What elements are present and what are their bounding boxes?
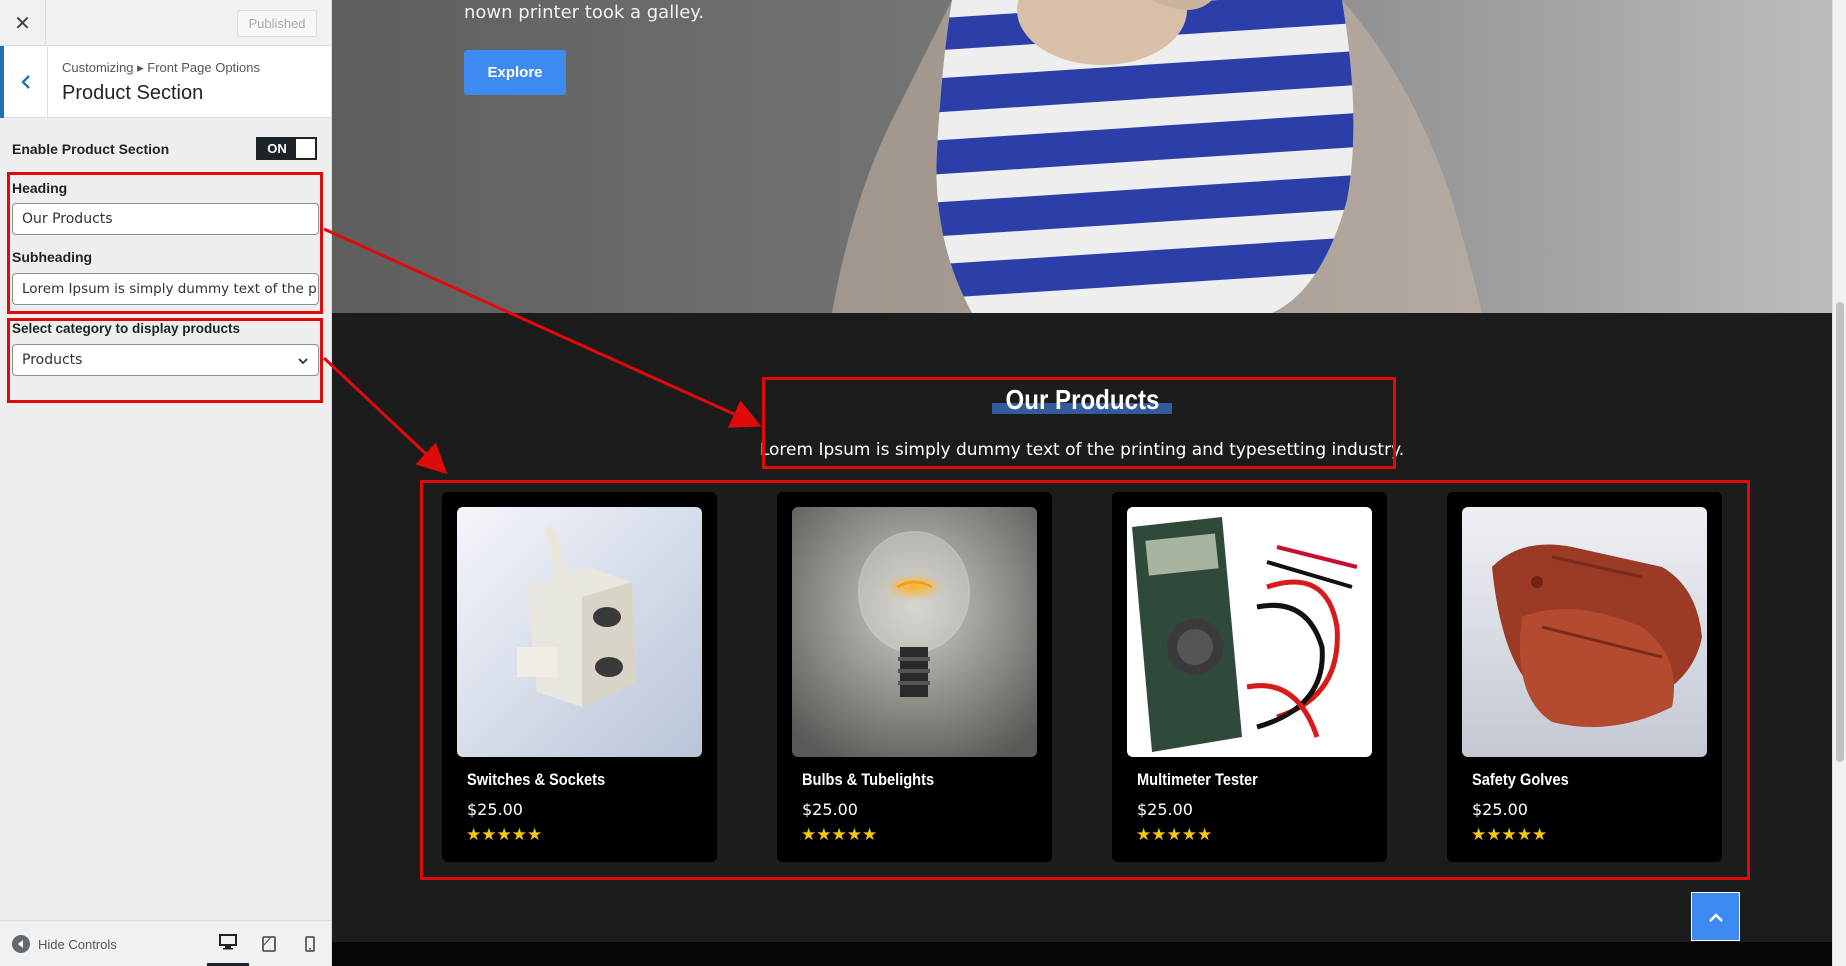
chevron-up-icon <box>1708 912 1723 922</box>
hero-description: nown printer took a galley. <box>464 2 705 23</box>
hide-controls-button[interactable]: Hide Controls <box>12 935 117 953</box>
close-icon[interactable]: ✕ <box>0 0 46 46</box>
tablet-icon <box>262 936 276 952</box>
desktop-icon <box>219 934 237 950</box>
desktop-preview-button[interactable] <box>207 921 249 966</box>
toggle-on-label: ON <box>258 139 296 158</box>
enable-product-section-label: Enable Product Section <box>12 141 170 157</box>
explore-button[interactable]: Explore <box>464 50 566 95</box>
published-button[interactable]: Published <box>237 10 317 37</box>
customizer-footer: Hide Controls <box>0 920 331 966</box>
section-title-panel: Customizing ▸ Front Page Options Product… <box>0 46 331 118</box>
customizer-header: ✕ Published <box>0 0 331 46</box>
enable-product-section-toggle[interactable]: ON <box>256 137 317 160</box>
footer-strip <box>332 942 1832 966</box>
mobile-preview-button[interactable] <box>289 921 331 966</box>
chevron-left-icon <box>20 75 30 89</box>
page-scrollbar[interactable] <box>1832 0 1846 966</box>
customizer-sidebar: ✕ Published Customizing ▸ Front Page Opt… <box>0 0 332 966</box>
annotation-box-preview-products <box>420 480 1750 880</box>
hero-model-image <box>832 0 1482 313</box>
annotation-box-preview-heading <box>762 377 1396 469</box>
hide-controls-label: Hide Controls <box>38 936 117 952</box>
scrollbar-thumb[interactable] <box>1836 302 1844 762</box>
hero-banner: nown printer took a galley. Explore <box>332 0 1832 313</box>
breadcrumb: Customizing ▸ Front Page Options <box>62 60 261 75</box>
page-title: Product Section <box>62 82 204 104</box>
collapse-icon <box>12 935 30 953</box>
annotation-box-heading-fields <box>7 172 323 314</box>
back-button[interactable] <box>0 46 48 118</box>
annotation-box-category-field <box>7 318 323 403</box>
tablet-preview-button[interactable] <box>248 921 290 966</box>
mobile-icon <box>305 936 315 952</box>
scroll-to-top-button[interactable] <box>1691 892 1740 941</box>
